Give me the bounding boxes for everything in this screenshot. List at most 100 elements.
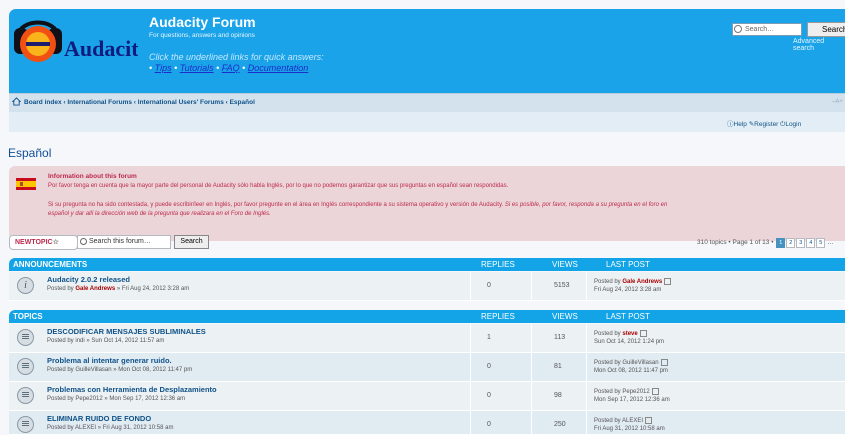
last-post-by: Posted by steve bbox=[594, 330, 647, 337]
tips-link[interactable]: Tips bbox=[155, 63, 172, 73]
spain-flag-icon bbox=[16, 178, 36, 190]
site-description: For questions, answers and opinions bbox=[149, 32, 255, 39]
reply-count: 1 bbox=[487, 334, 491, 341]
faq-link[interactable]: FAQ bbox=[222, 63, 240, 73]
notice-line-2b: Si es posible, por favor, responda a su … bbox=[504, 202, 668, 208]
topic-title[interactable]: DESCODIFICAR MENSAJES SUBLIMINALES bbox=[47, 327, 206, 336]
topic-meta: Posted by ALEXEI » Fri Aug 31, 2012 10:5… bbox=[47, 425, 174, 431]
last-author-link[interactable]: ALEXEI bbox=[622, 418, 643, 424]
last-author-link[interactable]: GuilleVillasan bbox=[622, 360, 658, 366]
audacity-logo[interactable]: Audacity bbox=[10, 18, 138, 70]
page-1[interactable]: 1 bbox=[776, 238, 786, 248]
pagination: 310 topics • Page 1 of 13 • 12345 … bbox=[697, 238, 834, 248]
view-latest-icon[interactable] bbox=[651, 388, 659, 395]
tutorials-link[interactable]: Tutorials bbox=[180, 63, 214, 73]
pagination-text: 310 topics • Page 1 of 13 • bbox=[697, 239, 774, 246]
view-count: 250 bbox=[554, 421, 566, 428]
announcement-icon: i bbox=[17, 277, 34, 294]
view-count: 81 bbox=[554, 363, 562, 370]
author-link[interactable]: Gale Andrews bbox=[75, 286, 115, 292]
author-link[interactable]: Pepe2012 bbox=[75, 396, 102, 402]
author-link[interactable]: indi bbox=[75, 338, 84, 344]
topics-header: TOPICS REPLIES VIEWS LAST POST bbox=[9, 310, 845, 323]
last-post-column: LAST POST bbox=[606, 260, 650, 269]
page-title[interactable]: Español bbox=[8, 146, 51, 160]
search-icon bbox=[80, 238, 87, 245]
topic-row: DESCODIFICAR MENSAJES SUBLIMINALES Poste… bbox=[9, 324, 845, 353]
header-search-input[interactable]: Search… bbox=[732, 23, 802, 36]
breadcrumb[interactable]: Board index ‹ International Forums ‹ Int… bbox=[24, 99, 255, 106]
documentation-link[interactable]: Documentation bbox=[248, 63, 309, 73]
last-post-date: Mon Oct 08, 2012 11:47 pm bbox=[594, 368, 668, 374]
last-post-column: LAST POST bbox=[606, 312, 650, 321]
author-link[interactable]: ALEXEI bbox=[75, 425, 96, 431]
views-column: VIEWS bbox=[552, 312, 578, 321]
last-post-date: Mon Sep 17, 2012 12:36 am bbox=[594, 397, 670, 403]
pagination-more: … bbox=[827, 239, 834, 246]
register-link[interactable]: Register bbox=[754, 121, 778, 128]
topic-row: Problemas con Herramienta de Desplazamie… bbox=[9, 382, 845, 411]
reply-count: 0 bbox=[487, 363, 491, 370]
topic-title[interactable]: Problemas con Herramienta de Desplazamie… bbox=[47, 385, 217, 394]
last-author-link[interactable]: Gale Andrews bbox=[622, 279, 662, 285]
new-topic-button[interactable]: NEWTOPIC☆ bbox=[9, 235, 78, 250]
topic-read-icon bbox=[17, 358, 34, 375]
topic-meta: Posted by indi » Sun Oct 14, 2012 11:57 … bbox=[47, 338, 165, 344]
notice-title: Information about this forum bbox=[48, 173, 137, 180]
topic-row: ELIMINAR RUIDO DE FONDO Posted by ALEXEI… bbox=[9, 411, 845, 435]
view-latest-icon[interactable] bbox=[664, 278, 672, 285]
quick-answers-text: Click the underlined links for quick ans… bbox=[149, 52, 324, 62]
view-latest-icon[interactable] bbox=[660, 359, 668, 366]
site-title[interactable]: Audacity Forum bbox=[149, 14, 256, 30]
last-author-link[interactable]: Pepe2012 bbox=[622, 389, 649, 395]
user-links-bar bbox=[9, 112, 845, 132]
views-column: VIEWS bbox=[552, 260, 578, 269]
advanced-search-link[interactable]: Advanced search bbox=[793, 38, 845, 52]
star-icon: ☆ bbox=[52, 239, 59, 246]
view-count: 98 bbox=[554, 392, 562, 399]
replies-column: REPLIES bbox=[481, 260, 515, 269]
page-4[interactable]: 4 bbox=[806, 238, 816, 248]
new-topic-label: NEWTOPIC bbox=[15, 239, 53, 246]
help-link[interactable]: Help bbox=[734, 121, 747, 128]
header-search-button[interactable]: Search bbox=[807, 22, 845, 37]
topic-title[interactable]: Audacity 2.0.2 released bbox=[47, 275, 130, 284]
reply-count: 0 bbox=[487, 392, 491, 399]
topic-title[interactable]: Problema al intentar generar ruido. bbox=[47, 356, 172, 365]
notice-line-2a: Si su pregunta no ha sido contestada, y … bbox=[48, 202, 505, 208]
login-link[interactable]: Login bbox=[785, 121, 801, 128]
forum-search-input[interactable]: Search this forum… bbox=[77, 235, 171, 249]
last-post-date: Sun Oct 14, 2012 1:24 pm bbox=[594, 339, 665, 345]
author-link[interactable]: GuilleVillasan bbox=[75, 367, 111, 373]
page-3[interactable]: 3 bbox=[796, 238, 806, 248]
topic-meta: Posted by GuilleVillasan » Mon Oct 08, 2… bbox=[47, 367, 193, 373]
topic-meta: Posted by Pepe2012 » Mon Sep 17, 2012 12… bbox=[47, 396, 186, 402]
replies-column: REPLIES bbox=[481, 312, 515, 321]
last-author-link[interactable]: steve bbox=[622, 331, 637, 337]
last-post-date: Fri Aug 31, 2012 10:58 am bbox=[594, 426, 665, 432]
page-2[interactable]: 2 bbox=[786, 238, 796, 248]
reply-count: 0 bbox=[487, 282, 491, 289]
last-post-by: Posted by GuilleVillasan bbox=[594, 359, 668, 366]
font-size-toggle[interactable]: –A+ bbox=[832, 99, 843, 105]
forum-search-button[interactable]: Search bbox=[174, 235, 209, 249]
topic-read-icon bbox=[17, 329, 34, 346]
last-post-date: Fri Aug 24, 2012 3:28 am bbox=[594, 287, 662, 293]
topic-title[interactable]: ELIMINAR RUIDO DE FONDO bbox=[47, 414, 151, 423]
search-icon bbox=[734, 25, 742, 33]
last-post-by: Posted by Gale Andrews bbox=[594, 278, 672, 285]
topic-read-icon bbox=[17, 416, 34, 433]
logo-text: Audacity bbox=[64, 36, 138, 61]
view-latest-icon[interactable] bbox=[645, 417, 653, 424]
topic-row: Problema al intentar generar ruido. Post… bbox=[9, 353, 845, 382]
page-5[interactable]: 5 bbox=[816, 238, 826, 248]
topic-meta: Posted by Gale Andrews » Fri Aug 24, 201… bbox=[47, 286, 190, 292]
last-post-by: Posted by Pepe2012 bbox=[594, 388, 659, 395]
quick-links: • Tips • Tutorials • FAQ • Documentation bbox=[149, 63, 309, 73]
home-icon[interactable] bbox=[12, 97, 21, 106]
last-post-by: Posted by ALEXEI bbox=[594, 417, 653, 424]
view-count: 113 bbox=[554, 334, 566, 341]
user-links: ⓘHelp ✎Register ⏻Login bbox=[727, 118, 801, 129]
view-latest-icon[interactable] bbox=[639, 330, 647, 337]
announcements-heading: ANNOUNCEMENTS bbox=[13, 260, 88, 269]
